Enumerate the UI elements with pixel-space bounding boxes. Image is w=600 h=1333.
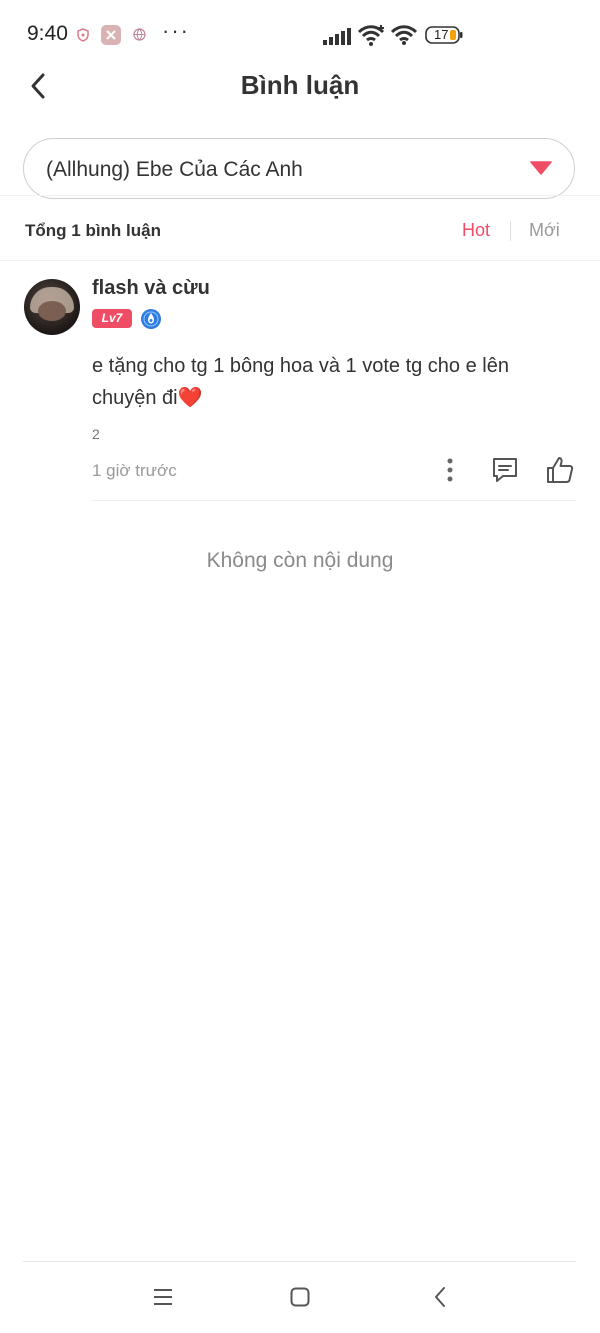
no-more-content: Không còn nội dung — [206, 549, 394, 572]
chapter-select[interactable]: (Allhung) Ebe Của Các Anh — [23, 138, 575, 199]
wifi-plus-icon — [357, 24, 387, 51]
status-bar: 9:40 ··· 17 — [0, 0, 600, 70]
sort-hot-tab[interactable]: Hot — [462, 220, 490, 241]
dropdown-triangle-icon — [530, 161, 552, 180]
sort-separator — [510, 221, 511, 241]
like-button[interactable] — [545, 455, 575, 485]
comment-text: e tặng cho tg 1 bông hoa và 1 vote tg ch… — [92, 350, 562, 414]
reply-button[interactable] — [491, 456, 519, 484]
comment-sub-count: 2 — [92, 426, 100, 442]
signal-icon — [323, 27, 351, 50]
avatar[interactable] — [24, 279, 80, 335]
divider — [0, 195, 600, 196]
comment-icon — [493, 458, 517, 482]
comment-username[interactable]: flash và cừu — [92, 277, 210, 300]
wifi-icon — [390, 25, 418, 50]
more-status-icon: ··· — [162, 18, 190, 43]
chevron-left-icon — [435, 1287, 445, 1307]
divider — [92, 500, 576, 501]
heart-emoji-icon: ❤️ — [177, 387, 203, 409]
status-time: 9:40 — [27, 22, 68, 45]
divider — [23, 1261, 576, 1262]
square-icon — [290, 1287, 310, 1307]
globe-icon — [133, 28, 146, 46]
system-back-button[interactable] — [425, 1283, 455, 1311]
more-options-button[interactable] — [438, 456, 462, 484]
comment-count: Tổng 1 bình luận — [25, 221, 161, 240]
shield-icon — [77, 28, 89, 47]
sort-new-tab[interactable]: Mới — [529, 220, 560, 241]
page-title: Bình luận — [240, 70, 360, 100]
recent-apps-button[interactable] — [148, 1283, 178, 1311]
divider — [0, 260, 600, 261]
battery-level: 17 — [434, 27, 449, 42]
more-vertical-icon — [447, 458, 453, 482]
comment-timestamp: 1 giờ trước — [92, 461, 177, 480]
home-button[interactable] — [285, 1283, 315, 1311]
chapter-select-value: (Allhung) Ebe Của Các Anh — [46, 158, 303, 181]
comment-body: e tặng cho tg 1 bông hoa và 1 vote tg ch… — [92, 355, 509, 409]
app-notification-icon — [101, 25, 121, 50]
vip-badge-icon — [140, 308, 162, 335]
level-badge: Lv7 — [92, 309, 132, 328]
menu-icon — [154, 1289, 172, 1305]
thumbs-up-icon — [547, 457, 574, 483]
